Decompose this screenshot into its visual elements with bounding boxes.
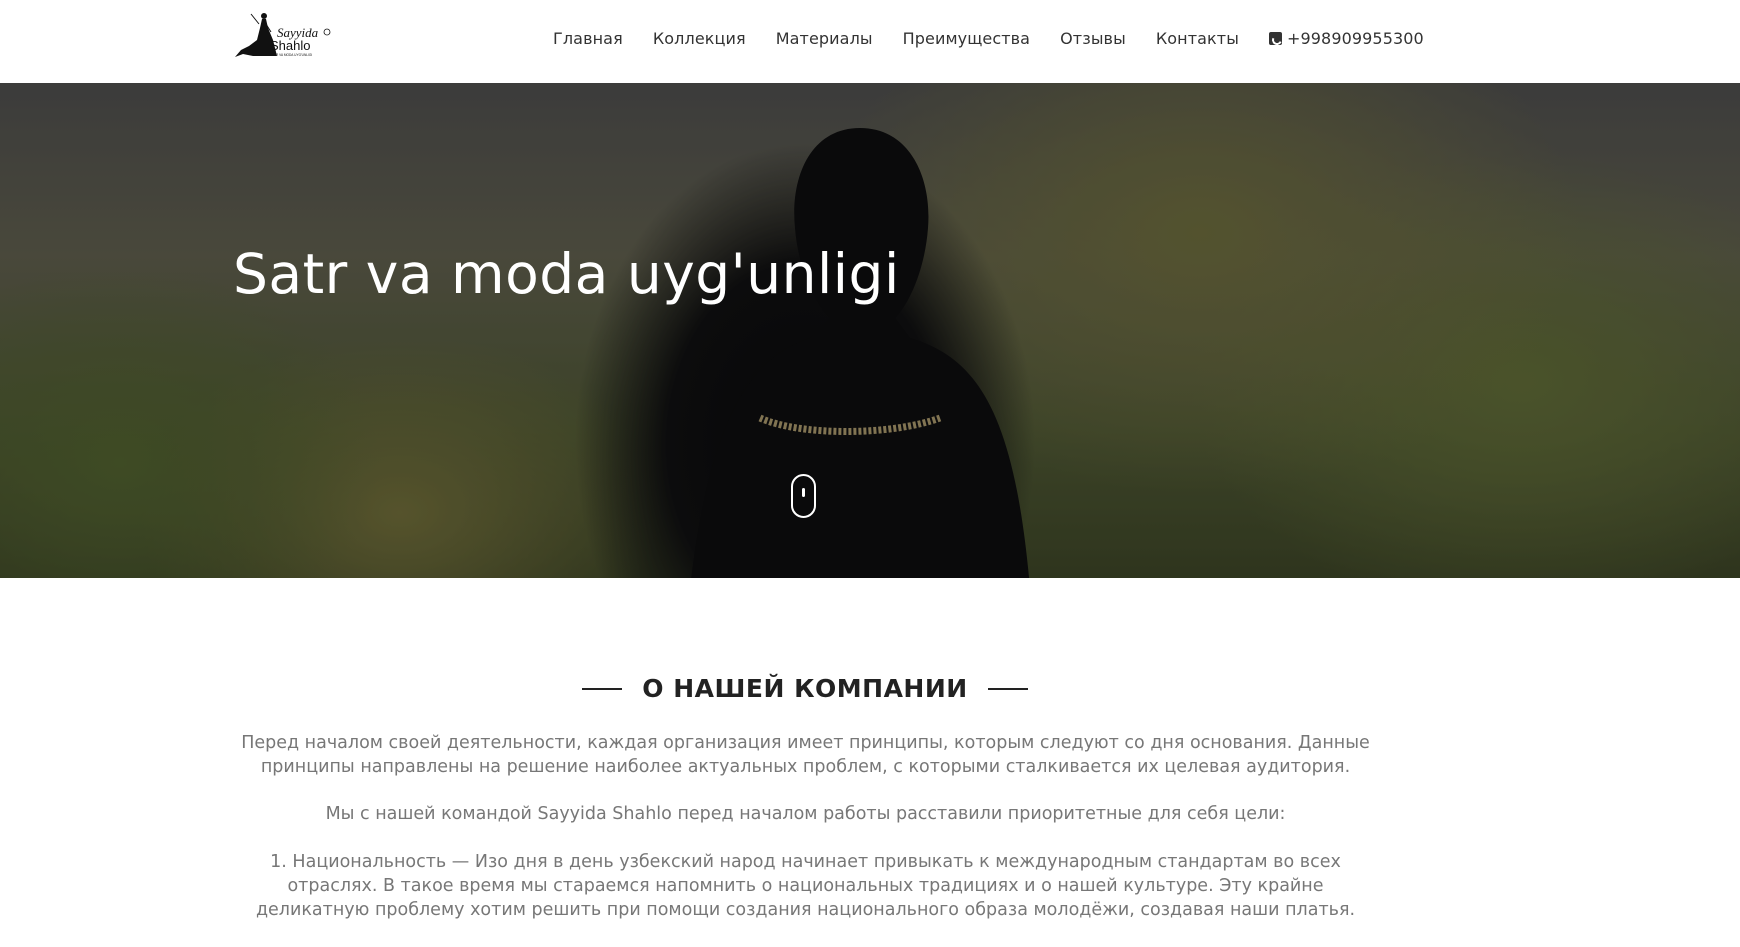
scroll-wheel	[802, 488, 805, 497]
about-paragraph-3: 1. Национальность — Изо дня в день узбек…	[255, 852, 1356, 920]
about-title: О НАШЕЙ КОМПАНИИ	[642, 674, 968, 703]
nav-item-materials[interactable]: Материалы	[776, 29, 873, 48]
nav-item-collection[interactable]: Коллекция	[653, 29, 746, 48]
svg-text:Shahlo: Shahlo	[270, 38, 310, 53]
brand-logo[interactable]: Sayyida Shahlo SATR VA MODA UYG'UNLIGI	[233, 10, 333, 64]
mouse-scroll-icon[interactable]	[791, 474, 816, 518]
about-heading: О НАШЕЙ КОМПАНИИ	[0, 674, 1610, 703]
about-paragraph-2: Мы с нашей командой Sayyida Shahlo перед…	[325, 804, 1286, 824]
nav-item-reviews[interactable]: Отзывы	[1060, 29, 1126, 48]
hero-title: Satr va moda uyg'unligi	[233, 242, 900, 306]
hero-banner: Satr va moda uyg'unligi	[0, 83, 1740, 578]
heading-line-right	[987, 687, 1028, 690]
nav-item-advantages[interactable]: Преимущества	[903, 29, 1030, 48]
phone-number: +998909955300	[1286, 29, 1424, 48]
nav-item-home[interactable]: Главная	[553, 29, 623, 48]
logo-tagline: SATR VA MODA UYG'UNLIGI	[270, 53, 312, 57]
main-nav: Главная Коллекция Материалы Преимущества…	[553, 0, 1424, 77]
heading-line-left	[582, 687, 623, 690]
logo-figure-icon: Sayyida Shahlo SATR VA MODA UYG'UNLIGI	[235, 13, 331, 57]
site-header: Sayyida Shahlo SATR VA MODA UYG'UNLIGI Г…	[0, 0, 1740, 83]
nav-item-contacts[interactable]: Контакты	[1156, 29, 1239, 48]
nav-phone-link[interactable]: +998909955300	[1268, 29, 1424, 48]
about-paragraph-1: Перед началом своей деятельности, каждая…	[241, 733, 1370, 777]
phone-square-icon	[1268, 32, 1282, 45]
